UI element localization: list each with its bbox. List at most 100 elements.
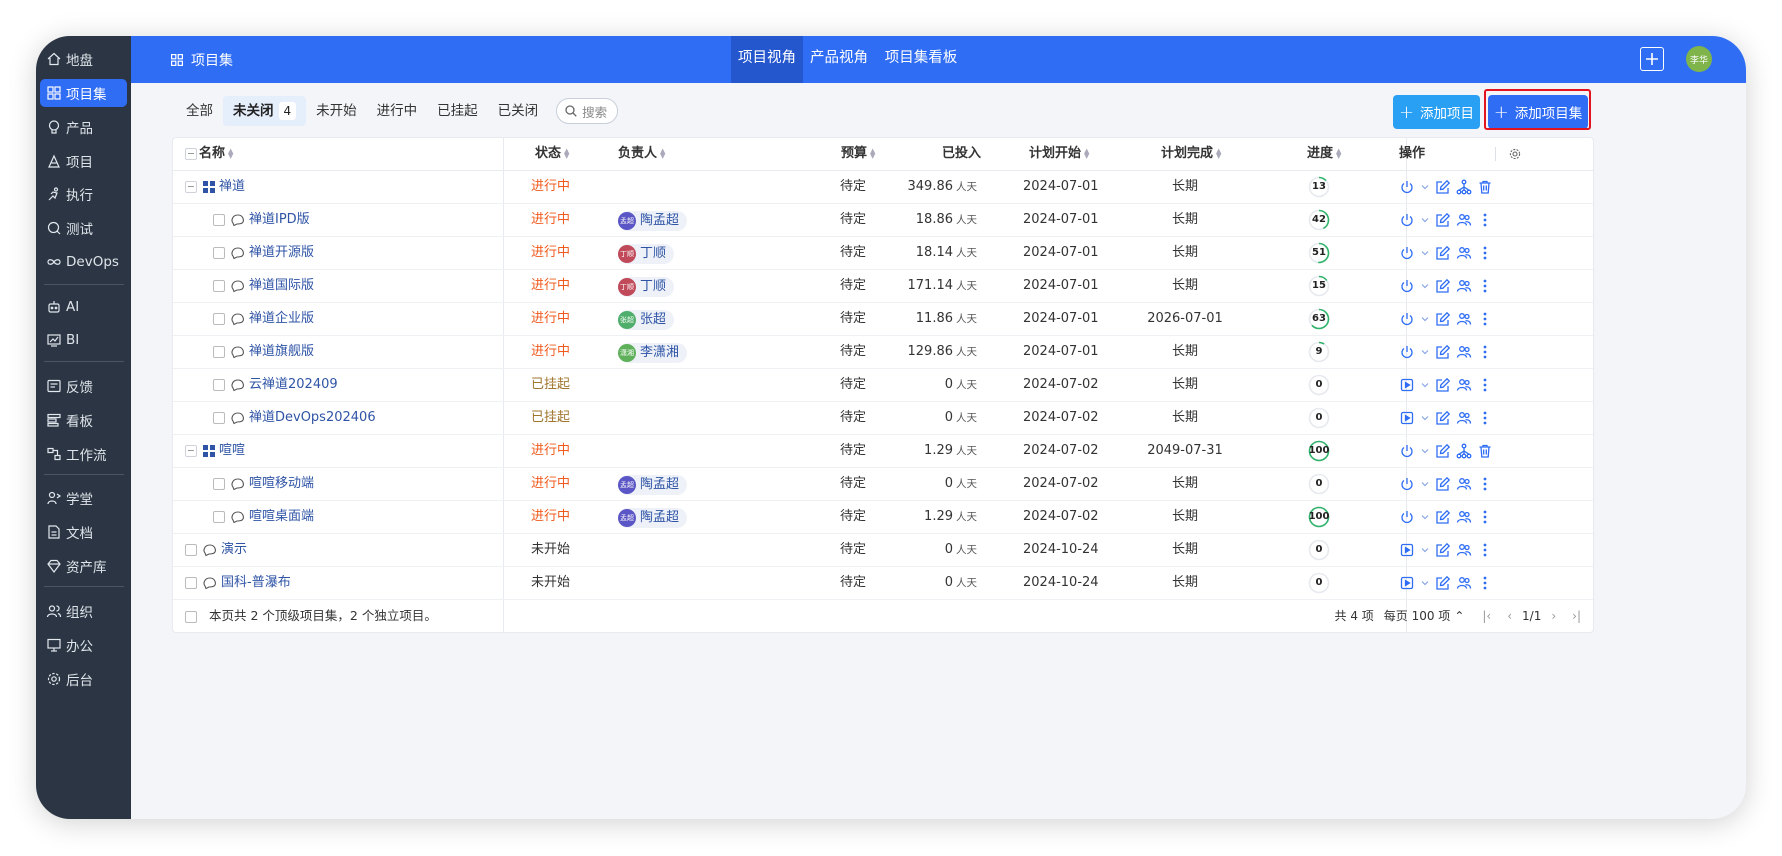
row-checkbox[interactable] xyxy=(213,345,225,358)
pager-next-button[interactable]: › xyxy=(1551,600,1556,632)
header-plan-start[interactable]: 计划开始 ▲ ▼ xyxy=(1029,138,1089,170)
start-button[interactable] xyxy=(1398,409,1416,427)
row-name-link[interactable]: 云禅道202409 xyxy=(249,377,338,392)
status-toggle-button[interactable] xyxy=(1398,211,1416,229)
tab-program-kanban[interactable]: 项目集看板 xyxy=(875,36,967,83)
edit-button[interactable] xyxy=(1434,376,1452,394)
sidebar-item-0[interactable]: 地盘 xyxy=(40,45,127,73)
header-name[interactable]: 名称 ▲ ▼ xyxy=(199,138,233,170)
sidebar-item-7[interactable]: AI xyxy=(40,293,127,321)
sidebar-item-10[interactable]: 看板 xyxy=(40,406,127,434)
row-name-link[interactable]: 禅道旗舰版 xyxy=(249,344,314,359)
status-toggle-button[interactable] xyxy=(1398,442,1416,460)
search-button[interactable]: 搜索 xyxy=(556,98,619,124)
row-checkbox[interactable] xyxy=(213,213,225,226)
more-actions-button[interactable] xyxy=(1476,376,1494,394)
sidebar-item-6[interactable]: DevOps xyxy=(40,248,127,276)
edit-button[interactable] xyxy=(1434,310,1452,328)
team-button[interactable] xyxy=(1455,508,1473,526)
row-checkbox[interactable] xyxy=(185,543,197,556)
edit-button[interactable] xyxy=(1434,574,1452,592)
more-status-dropdown[interactable] xyxy=(1419,211,1431,229)
header-progress[interactable]: 进度 ▲ ▼ xyxy=(1307,138,1341,170)
filter-doing[interactable]: 进行中 xyxy=(367,96,428,126)
team-button[interactable] xyxy=(1455,541,1473,559)
more-actions-button[interactable] xyxy=(1476,475,1494,493)
row-name-link[interactable]: 禅道企业版 xyxy=(249,311,314,326)
row-checkbox[interactable] xyxy=(213,378,225,391)
user-avatar[interactable]: 李华 xyxy=(1686,46,1712,72)
filter-unclosed[interactable]: 未关闭 4 xyxy=(223,96,307,126)
row-name-link[interactable]: 禅道开源版 xyxy=(249,245,314,260)
edit-button[interactable] xyxy=(1434,277,1452,295)
owner-chip[interactable]: 孟超 陶孟超 xyxy=(618,475,688,495)
more-status-dropdown[interactable] xyxy=(1419,244,1431,262)
row-checkbox[interactable] xyxy=(213,411,225,424)
more-actions-button[interactable] xyxy=(1476,541,1494,559)
edit-button[interactable] xyxy=(1434,178,1452,196)
sidebar-item-13[interactable]: 文档 xyxy=(40,518,127,546)
column-settings-button[interactable] xyxy=(1509,138,1521,170)
create-button[interactable] xyxy=(1640,47,1664,71)
filter-not-started[interactable]: 未开始 xyxy=(306,96,367,126)
start-button[interactable] xyxy=(1398,376,1416,394)
more-actions-button[interactable] xyxy=(1476,211,1494,229)
sidebar-item-16[interactable]: 办公 xyxy=(40,631,127,659)
edit-button[interactable] xyxy=(1434,508,1452,526)
sidebar-item-1[interactable]: 项目集 xyxy=(40,79,127,107)
header-status[interactable]: 状态 ▲ ▼ xyxy=(535,138,569,170)
more-actions-button[interactable] xyxy=(1476,508,1494,526)
status-toggle-button[interactable] xyxy=(1398,508,1416,526)
row-checkbox[interactable] xyxy=(213,279,225,292)
edit-button[interactable] xyxy=(1434,211,1452,229)
owner-chip[interactable]: 孟超 陶孟超 xyxy=(618,508,688,528)
more-actions-button[interactable] xyxy=(1476,343,1494,361)
filter-suspended[interactable]: 已挂起 xyxy=(427,96,488,126)
delete-button[interactable] xyxy=(1476,178,1494,196)
team-button[interactable] xyxy=(1455,244,1473,262)
team-button[interactable] xyxy=(1455,211,1473,229)
tab-product-view[interactable]: 产品视角 xyxy=(803,36,875,83)
row-name-link[interactable]: 禅道IPD版 xyxy=(249,212,310,227)
row-name-link[interactable]: 喧喧移动端 xyxy=(249,476,314,491)
row-name-link[interactable]: 喧喧桌面端 xyxy=(249,509,314,524)
more-status-dropdown[interactable] xyxy=(1419,376,1431,394)
sidebar-item-8[interactable]: BI xyxy=(40,326,127,354)
collapse-toggle[interactable] xyxy=(185,444,197,457)
filter-closed[interactable]: 已关闭 xyxy=(488,96,549,126)
edit-button[interactable] xyxy=(1434,409,1452,427)
sidebar-item-15[interactable]: 组织 xyxy=(40,597,127,625)
row-checkbox[interactable] xyxy=(213,477,225,490)
add-project-button[interactable]: + 添加项目 xyxy=(1393,95,1480,129)
sidebar-item-5[interactable]: 测试 xyxy=(40,214,127,242)
status-toggle-button[interactable] xyxy=(1398,277,1416,295)
more-status-dropdown[interactable] xyxy=(1419,343,1431,361)
team-button[interactable] xyxy=(1455,409,1473,427)
row-checkbox[interactable] xyxy=(213,246,225,259)
sidebar-item-9[interactable]: 反馈 xyxy=(40,372,127,400)
team-button[interactable] xyxy=(1455,277,1473,295)
header-budget[interactable]: 预算 ▲ ▼ xyxy=(841,138,875,170)
edit-button[interactable] xyxy=(1434,475,1452,493)
owner-chip[interactable]: 孟超 陶孟超 xyxy=(618,211,688,231)
more-status-dropdown[interactable] xyxy=(1419,409,1431,427)
more-status-dropdown[interactable] xyxy=(1419,442,1431,460)
edit-button[interactable] xyxy=(1434,442,1452,460)
status-toggle-button[interactable] xyxy=(1398,475,1416,493)
more-status-dropdown[interactable] xyxy=(1419,574,1431,592)
team-button[interactable] xyxy=(1455,376,1473,394)
edit-button[interactable] xyxy=(1434,244,1452,262)
pager-last-button[interactable]: ›| xyxy=(1572,600,1581,632)
status-toggle-button[interactable] xyxy=(1398,244,1416,262)
link-button[interactable] xyxy=(1455,178,1473,196)
owner-chip[interactable]: 张超 张超 xyxy=(618,310,675,330)
more-actions-button[interactable] xyxy=(1476,409,1494,427)
status-toggle-button[interactable] xyxy=(1398,310,1416,328)
more-actions-button[interactable] xyxy=(1476,277,1494,295)
pager-per-page[interactable]: 每页 100 项 ⌃ xyxy=(1384,600,1465,632)
footer-select-all[interactable] xyxy=(185,610,197,623)
start-button[interactable] xyxy=(1398,541,1416,559)
row-name-link[interactable]: 禅道 xyxy=(219,179,245,194)
sidebar-item-4[interactable]: 执行 xyxy=(40,180,127,208)
sidebar-item-12[interactable]: 学堂 xyxy=(40,484,127,512)
